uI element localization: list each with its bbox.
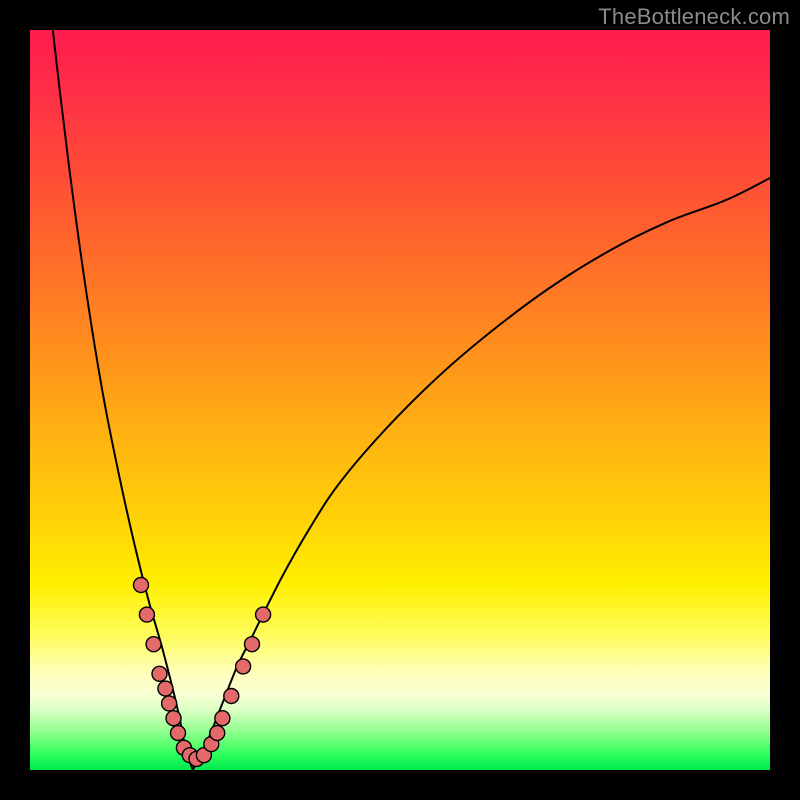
scatter-dot	[245, 637, 260, 652]
chart-overlay	[30, 30, 770, 770]
plot-area	[30, 30, 770, 770]
scatter-dot	[256, 607, 271, 622]
scatter-dot	[139, 607, 154, 622]
scatter-dot	[146, 637, 161, 652]
curve-right-branch	[193, 178, 770, 770]
scatter-dot	[166, 711, 181, 726]
scatter-dot	[236, 659, 251, 674]
chart-frame: TheBottleneck.com	[0, 0, 800, 800]
scatter-dot	[224, 689, 239, 704]
scatter-dot	[134, 578, 149, 593]
scatter-dot	[215, 711, 230, 726]
scatter-dot	[162, 696, 177, 711]
scatter-dot	[210, 726, 225, 741]
scatter-dot	[171, 726, 186, 741]
scatter-dot	[152, 666, 167, 681]
watermark-text: TheBottleneck.com	[598, 4, 790, 30]
scatter-dots	[134, 578, 271, 767]
curve-left-branch	[30, 30, 193, 770]
scatter-dot	[158, 681, 173, 696]
